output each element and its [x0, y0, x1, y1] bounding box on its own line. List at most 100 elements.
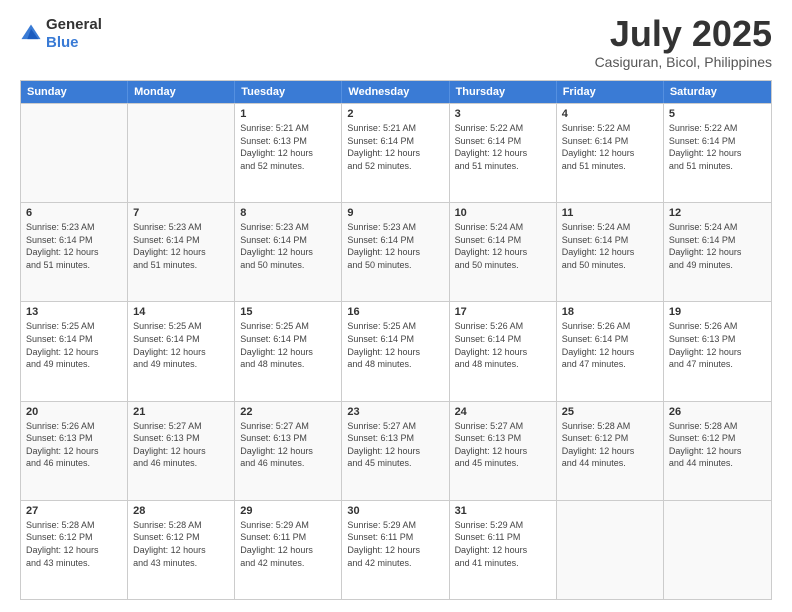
day-number: 30	[347, 505, 443, 517]
day-number: 6	[26, 207, 122, 219]
day-cell-10: 10 Sunrise: 5:24 AM Sunset: 6:14 PM Dayli…	[450, 203, 557, 301]
empty-cell	[557, 501, 664, 599]
day-number: 28	[133, 505, 229, 517]
day-number: 22	[240, 406, 336, 418]
header-day-wednesday: Wednesday	[342, 81, 449, 103]
day-cell-3: 3 Sunrise: 5:22 AM Sunset: 6:14 PM Daylig…	[450, 104, 557, 202]
day-cell-24: 24 Sunrise: 5:27 AM Sunset: 6:13 PM Dayli…	[450, 402, 557, 500]
empty-cell	[21, 104, 128, 202]
calendar-row-5: 27 Sunrise: 5:28 AM Sunset: 6:12 PM Dayli…	[21, 500, 771, 599]
day-cell-27: 27 Sunrise: 5:28 AM Sunset: 6:12 PM Dayli…	[21, 501, 128, 599]
day-number: 12	[669, 207, 766, 219]
day-info: Sunrise: 5:26 AM Sunset: 6:14 PM Dayligh…	[562, 320, 658, 370]
calendar-header: SundayMondayTuesdayWednesdayThursdayFrid…	[21, 81, 771, 103]
day-number: 8	[240, 207, 336, 219]
day-info: Sunrise: 5:28 AM Sunset: 6:12 PM Dayligh…	[26, 519, 122, 569]
day-info: Sunrise: 5:27 AM Sunset: 6:13 PM Dayligh…	[133, 420, 229, 470]
day-cell-1: 1 Sunrise: 5:21 AM Sunset: 6:13 PM Daylig…	[235, 104, 342, 202]
day-number: 21	[133, 406, 229, 418]
day-info: Sunrise: 5:23 AM Sunset: 6:14 PM Dayligh…	[240, 221, 336, 271]
day-info: Sunrise: 5:22 AM Sunset: 6:14 PM Dayligh…	[562, 122, 658, 172]
day-number: 4	[562, 108, 658, 120]
day-info: Sunrise: 5:25 AM Sunset: 6:14 PM Dayligh…	[347, 320, 443, 370]
day-number: 16	[347, 306, 443, 318]
day-cell-16: 16 Sunrise: 5:25 AM Sunset: 6:14 PM Dayli…	[342, 302, 449, 400]
day-number: 31	[455, 505, 551, 517]
day-info: Sunrise: 5:23 AM Sunset: 6:14 PM Dayligh…	[347, 221, 443, 271]
calendar-body: 1 Sunrise: 5:21 AM Sunset: 6:13 PM Daylig…	[21, 103, 771, 599]
day-info: Sunrise: 5:27 AM Sunset: 6:13 PM Dayligh…	[240, 420, 336, 470]
day-cell-2: 2 Sunrise: 5:21 AM Sunset: 6:14 PM Daylig…	[342, 104, 449, 202]
day-number: 17	[455, 306, 551, 318]
day-info: Sunrise: 5:21 AM Sunset: 6:14 PM Dayligh…	[347, 122, 443, 172]
day-info: Sunrise: 5:22 AM Sunset: 6:14 PM Dayligh…	[669, 122, 766, 172]
day-cell-17: 17 Sunrise: 5:26 AM Sunset: 6:14 PM Dayli…	[450, 302, 557, 400]
header: General Blue July 2025 Casiguran, Bicol,…	[20, 16, 772, 70]
day-cell-13: 13Sunrise: 5:25 AM Sunset: 6:14 PM Dayli…	[21, 302, 128, 400]
title-block: July 2025 Casiguran, Bicol, Philippines	[595, 16, 772, 70]
empty-cell	[664, 501, 771, 599]
day-cell-14: 14 Sunrise: 5:25 AM Sunset: 6:14 PM Dayli…	[128, 302, 235, 400]
day-cell-8: 8 Sunrise: 5:23 AM Sunset: 6:14 PM Daylig…	[235, 203, 342, 301]
logo-text: General Blue	[46, 16, 102, 52]
day-cell-28: 28Sunrise: 5:28 AM Sunset: 6:12 PM Dayli…	[128, 501, 235, 599]
day-info: Sunrise: 5:23 AM Sunset: 6:14 PM Dayligh…	[26, 221, 122, 271]
day-number: 7	[133, 207, 229, 219]
day-cell-12: 12 Sunrise: 5:24 AM Sunset: 6:14 PM Dayli…	[664, 203, 771, 301]
day-cell-9: 9 Sunrise: 5:23 AM Sunset: 6:14 PM Daylig…	[342, 203, 449, 301]
day-info: Sunrise: 5:25 AM Sunset: 6:14 PM Dayligh…	[240, 320, 336, 370]
day-info: Sunrise: 5:23 AM Sunset: 6:14 PM Dayligh…	[133, 221, 229, 271]
day-info: Sunrise: 5:27 AM Sunset: 6:13 PM Dayligh…	[347, 420, 443, 470]
day-number: 9	[347, 207, 443, 219]
header-day-friday: Friday	[557, 81, 664, 103]
header-day-sunday: Sunday	[21, 81, 128, 103]
header-day-saturday: Saturday	[664, 81, 771, 103]
day-number: 3	[455, 108, 551, 120]
day-info: Sunrise: 5:29 AM Sunset: 6:11 PM Dayligh…	[347, 519, 443, 569]
empty-cell	[128, 104, 235, 202]
day-number: 10	[455, 207, 551, 219]
day-info: Sunrise: 5:26 AM Sunset: 6:13 PM Dayligh…	[669, 320, 766, 370]
day-info: Sunrise: 5:22 AM Sunset: 6:14 PM Dayligh…	[455, 122, 551, 172]
day-cell-11: 11 Sunrise: 5:24 AM Sunset: 6:14 PM Dayli…	[557, 203, 664, 301]
day-number: 24	[455, 406, 551, 418]
day-info: Sunrise: 5:21 AM Sunset: 6:13 PM Dayligh…	[240, 122, 336, 172]
day-number: 14	[133, 306, 229, 318]
day-cell-29: 29Sunrise: 5:29 AM Sunset: 6:11 PM Dayli…	[235, 501, 342, 599]
header-day-thursday: Thursday	[450, 81, 557, 103]
day-cell-7: 7 Sunrise: 5:23 AM Sunset: 6:14 PM Daylig…	[128, 203, 235, 301]
day-info: Sunrise: 5:27 AM Sunset: 6:13 PM Dayligh…	[455, 420, 551, 470]
day-cell-31: 31 Sunrise: 5:29 AM Sunset: 6:11 PM Dayli…	[450, 501, 557, 599]
day-number: 1	[240, 108, 336, 120]
day-info: Sunrise: 5:24 AM Sunset: 6:14 PM Dayligh…	[562, 221, 658, 271]
day-number: 2	[347, 108, 443, 120]
day-info: Sunrise: 5:24 AM Sunset: 6:14 PM Dayligh…	[669, 221, 766, 271]
logo-icon	[20, 23, 42, 45]
day-number: 25	[562, 406, 658, 418]
day-info: Sunrise: 5:25 AM Sunset: 6:14 PM Dayligh…	[133, 320, 229, 370]
day-info: Sunrise: 5:29 AM Sunset: 6:11 PM Dayligh…	[455, 519, 551, 569]
calendar: SundayMondayTuesdayWednesdayThursdayFrid…	[20, 80, 772, 600]
location: Casiguran, Bicol, Philippines	[595, 54, 772, 70]
logo: General Blue	[20, 16, 102, 52]
day-info: Sunrise: 5:28 AM Sunset: 6:12 PM Dayligh…	[669, 420, 766, 470]
page: General Blue July 2025 Casiguran, Bicol,…	[0, 0, 792, 612]
month-title: July 2025	[595, 16, 772, 52]
day-cell-21: 21 Sunrise: 5:27 AM Sunset: 6:13 PM Dayli…	[128, 402, 235, 500]
day-cell-30: 30 Sunrise: 5:29 AM Sunset: 6:11 PM Dayli…	[342, 501, 449, 599]
day-info: Sunrise: 5:28 AM Sunset: 6:12 PM Dayligh…	[562, 420, 658, 470]
day-number: 23	[347, 406, 443, 418]
day-info: Sunrise: 5:26 AM Sunset: 6:13 PM Dayligh…	[26, 420, 122, 470]
day-number: 15	[240, 306, 336, 318]
calendar-row-4: 20 Sunrise: 5:26 AM Sunset: 6:13 PM Dayli…	[21, 401, 771, 500]
day-number: 20	[26, 406, 122, 418]
day-number: 11	[562, 207, 658, 219]
calendar-row-2: 6 Sunrise: 5:23 AM Sunset: 6:14 PM Daylig…	[21, 202, 771, 301]
day-cell-18: 18 Sunrise: 5:26 AM Sunset: 6:14 PM Dayli…	[557, 302, 664, 400]
day-number: 18	[562, 306, 658, 318]
day-number: 27	[26, 505, 122, 517]
day-info: Sunrise: 5:26 AM Sunset: 6:14 PM Dayligh…	[455, 320, 551, 370]
day-info: Sunrise: 5:24 AM Sunset: 6:14 PM Dayligh…	[455, 221, 551, 271]
header-day-monday: Monday	[128, 81, 235, 103]
day-number: 29	[240, 505, 336, 517]
